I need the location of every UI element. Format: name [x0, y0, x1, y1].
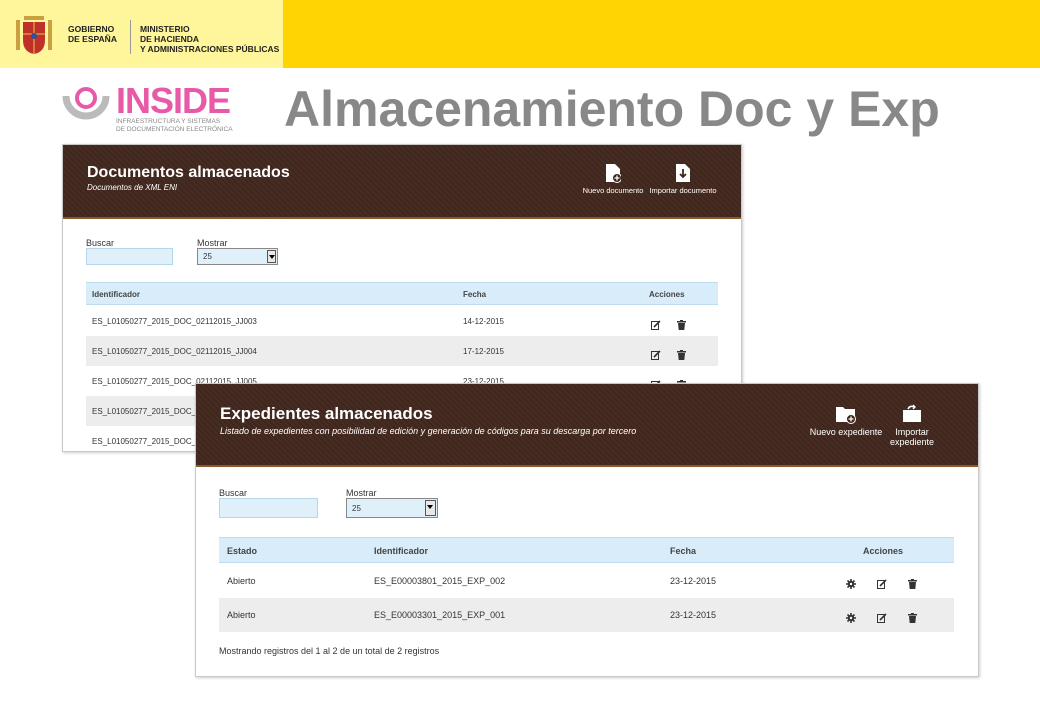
expedient-identifier: ES_E00003301_2015_EXP_001	[374, 610, 506, 620]
divider	[130, 20, 131, 54]
inside-logo-text: INSIDE	[116, 80, 231, 121]
documents-search-input[interactable]	[86, 248, 173, 265]
government-branding: GOBIERNO DE ESPAÑA MINISTERIO DE HACIEND…	[0, 0, 283, 68]
inside-logo-subtitle: INFRAESTRUCTURA Y SISTEMAS DE DOCUMENTAC…	[116, 118, 233, 134]
documents-subtitle: Documentos de XML ENI	[87, 183, 178, 192]
expedients-subtitle: Listado de expedientes con posibilidad d…	[220, 426, 637, 436]
logo-sub-line-2: DE DOCUMENTACIÓN ELECTRÓNICA	[116, 126, 233, 133]
trash-icon[interactable]	[677, 347, 686, 365]
inside-logo-icon	[62, 87, 110, 120]
document-identifier: ES_L01050277_2015_DOC_02	[92, 437, 205, 446]
chevron-down-icon[interactable]	[425, 500, 436, 516]
table-row[interactable]: Abierto ES_E00003301_2015_EXP_001 23-12-20…	[219, 598, 954, 632]
col-acciones: Acciones	[649, 290, 685, 299]
new-document-label: Nuevo documento	[582, 186, 644, 195]
expedient-date: 23-12-2015	[670, 610, 717, 620]
expedients-show-label: Mostrar	[346, 488, 377, 498]
gear-icon[interactable]	[846, 576, 856, 594]
document-identifier: ES_L01050277_2015_DOC_02	[92, 407, 205, 416]
ministry-name: MINISTERIO DE HACIENDA Y ADMINISTRACIONE…	[140, 24, 279, 54]
import-document-button[interactable]: Importar documento	[647, 163, 719, 195]
trash-icon[interactable]	[908, 610, 917, 628]
expedients-table-header: Estado Identificador Fecha Acciones	[219, 537, 954, 563]
expedient-state: Abierto	[227, 576, 256, 586]
table-row[interactable]: ES_L01050277_2015_DOC_02112015_JJ003 14-1…	[86, 306, 718, 336]
ministry-line-3: Y ADMINISTRACIONES PÚBLICAS	[140, 44, 280, 54]
col-identificador[interactable]: Identificador	[92, 290, 140, 299]
expedients-show-value: 25	[352, 504, 361, 513]
documents-show-value: 25	[203, 252, 212, 261]
import-expedient-button[interactable]: Importar expediente	[872, 404, 952, 447]
col-acciones: Acciones	[863, 546, 904, 556]
edit-icon[interactable]	[651, 317, 661, 335]
new-folder-icon	[836, 407, 856, 424]
documents-panel-header: Documentos almacenados Documentos de XML…	[63, 145, 741, 219]
documents-show-label: Mostrar	[197, 238, 228, 248]
expedients-show-select[interactable]: 25	[346, 498, 438, 518]
document-identifier: ES_L01050277_2015_DOC_02112015_JJ004	[92, 347, 257, 356]
col-fecha[interactable]: Fecha	[463, 290, 486, 299]
expedient-identifier: ES_E00003801_2015_EXP_002	[374, 576, 506, 586]
new-document-icon	[606, 164, 621, 183]
document-date: 14-12-2015	[463, 317, 504, 326]
col-fecha[interactable]: Fecha	[670, 546, 696, 556]
government-header: GOBIERNO DE ESPAÑA MINISTERIO DE HACIEND…	[0, 0, 1040, 68]
ministry-line-2: DE HACIENDA	[140, 34, 200, 44]
government-name: GOBIERNO DE ESPAÑA	[68, 24, 117, 44]
table-row[interactable]: ES_L01050277_2015_DOC_02112015_JJ004 17-1…	[86, 336, 718, 366]
gov-line-1: GOBIERNO	[68, 24, 115, 34]
logo-sub-line-1: INFRAESTRUCTURA Y SISTEMAS	[116, 118, 221, 125]
table-row[interactable]: Abierto ES_E00003801_2015_EXP_002 23-12-20…	[219, 564, 954, 598]
coat-of-arms-icon	[16, 16, 52, 54]
expedient-state: Abierto	[227, 610, 256, 620]
import-document-label: Importar documento	[649, 186, 717, 195]
import-expedient-label: Importar expediente	[889, 427, 935, 447]
documents-show-select[interactable]: 25	[197, 248, 278, 265]
new-document-button[interactable]: Nuevo documento	[581, 163, 645, 195]
edit-icon[interactable]	[877, 576, 887, 594]
expedients-search-input[interactable]	[219, 498, 318, 518]
chevron-down-icon[interactable]	[267, 250, 276, 263]
document-date: 17-12-2015	[463, 347, 504, 356]
expedients-title: Expedientes almacenados	[220, 404, 433, 423]
edit-icon[interactable]	[877, 610, 887, 628]
documents-search-label: Buscar	[86, 238, 115, 248]
ministry-line-1: MINISTERIO	[140, 24, 190, 34]
expedient-date: 23-12-2015	[670, 576, 717, 586]
page-title: Almacenamiento Doc y Exp	[284, 81, 940, 137]
trash-icon[interactable]	[908, 576, 917, 594]
expedients-panel: Expedientes almacenados Listado de exped…	[195, 383, 979, 677]
records-summary: Mostrando registros del 1 al 2 de un tot…	[219, 646, 440, 656]
expedients-search-label: Buscar	[219, 488, 248, 498]
edit-icon[interactable]	[651, 347, 661, 365]
col-estado[interactable]: Estado	[227, 546, 257, 556]
document-identifier: ES_L01050277_2015_DOC_02112015_JJ003	[92, 317, 257, 326]
import-document-icon	[676, 164, 690, 182]
gear-icon[interactable]	[846, 610, 856, 628]
trash-icon[interactable]	[677, 317, 686, 335]
documents-table-header: Identificador Fecha Acciones	[86, 282, 718, 305]
col-identificador[interactable]: Identificador	[374, 546, 428, 556]
expedients-panel-header: Expedientes almacenados Listado de exped…	[196, 384, 978, 467]
gov-line-2: DE ESPAÑA	[68, 34, 117, 44]
import-folder-icon	[903, 404, 921, 422]
documents-title: Documentos almacenados	[87, 164, 290, 181]
